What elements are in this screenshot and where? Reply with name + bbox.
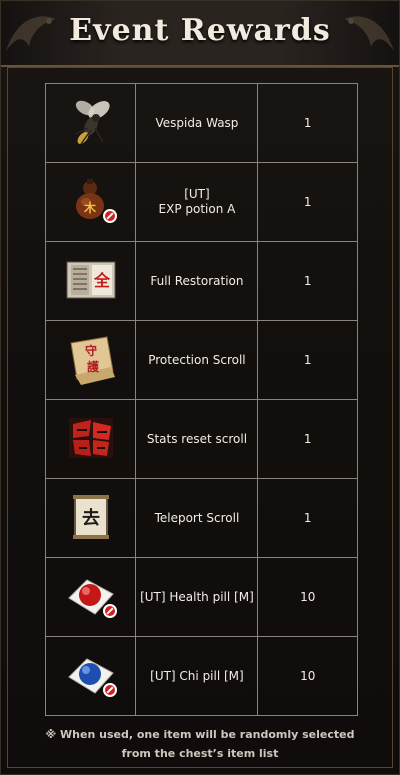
table-row[interactable]: 木 [UT] EXP potion A 1 bbox=[44, 162, 358, 242]
no-trade-icon bbox=[102, 603, 117, 618]
svg-text:全: 全 bbox=[93, 271, 111, 290]
health-pill-icon[interactable] bbox=[63, 568, 119, 624]
no-trade-icon bbox=[102, 208, 117, 223]
reward-quantity: 1 bbox=[257, 83, 358, 163]
table-row[interactable]: Vespida Wasp 1 bbox=[44, 83, 358, 163]
header-bar: Event Rewards bbox=[1, 1, 399, 67]
reward-quantity: 10 bbox=[257, 557, 358, 637]
footer-note: ※ When used, one item will be randomly s… bbox=[1, 725, 399, 763]
table-row[interactable]: 去 Teleport Scroll 1 bbox=[44, 478, 358, 558]
reward-quantity: 1 bbox=[257, 241, 358, 321]
event-rewards-panel: Event Rewards Vespida Wasp 1 木 [UT] EXP … bbox=[0, 0, 400, 775]
teleport-scroll-icon[interactable]: 去 bbox=[63, 489, 119, 545]
svg-text:去: 去 bbox=[82, 507, 100, 529]
table-row[interactable]: 守 護 Protection Scroll 1 bbox=[44, 320, 358, 400]
table-row[interactable]: Stats reset scroll 1 bbox=[44, 399, 358, 479]
wasp-icon[interactable] bbox=[63, 94, 119, 150]
reward-name: Full Restoration bbox=[135, 241, 259, 321]
reward-name: Stats reset scroll bbox=[135, 399, 259, 479]
footer-line: from the chest’s item list bbox=[121, 747, 279, 760]
svg-text:護: 護 bbox=[87, 359, 100, 374]
reward-name: [UT] Health pill [M] bbox=[135, 557, 259, 637]
restoration-book-icon[interactable]: 全 bbox=[63, 252, 119, 308]
reward-quantity: 10 bbox=[257, 636, 358, 716]
page-title: Event Rewards bbox=[69, 13, 331, 48]
stats-reset-scroll-icon[interactable] bbox=[63, 410, 119, 466]
reward-name: Teleport Scroll bbox=[135, 478, 259, 558]
reward-quantity: 1 bbox=[257, 478, 358, 558]
rewards-table: Vespida Wasp 1 木 [UT] EXP potion A 1 全 F… bbox=[44, 83, 358, 716]
reward-quantity: 1 bbox=[257, 399, 358, 479]
reward-name: [UT] EXP potion A bbox=[135, 162, 259, 242]
reward-quantity: 1 bbox=[257, 162, 358, 242]
table-row[interactable]: [UT] Chi pill [M] 10 bbox=[44, 636, 358, 716]
protection-scroll-icon[interactable]: 守 護 bbox=[63, 331, 119, 387]
svg-text:木: 木 bbox=[83, 200, 97, 215]
reward-name: [UT] Chi pill [M] bbox=[135, 636, 259, 716]
chi-pill-icon[interactable] bbox=[63, 647, 119, 703]
reward-quantity: 1 bbox=[257, 320, 358, 400]
reward-name: Vespida Wasp bbox=[135, 83, 259, 163]
exp-potion-icon[interactable]: 木 bbox=[63, 173, 119, 229]
reward-name: Protection Scroll bbox=[135, 320, 259, 400]
svg-text:守: 守 bbox=[85, 343, 97, 358]
table-row[interactable]: [UT] Health pill [M] 10 bbox=[44, 557, 358, 637]
table-row[interactable]: 全 Full Restoration 1 bbox=[44, 241, 358, 321]
footer-line: ※ When used, one item will be randomly s… bbox=[45, 728, 355, 741]
no-trade-icon bbox=[102, 682, 117, 697]
